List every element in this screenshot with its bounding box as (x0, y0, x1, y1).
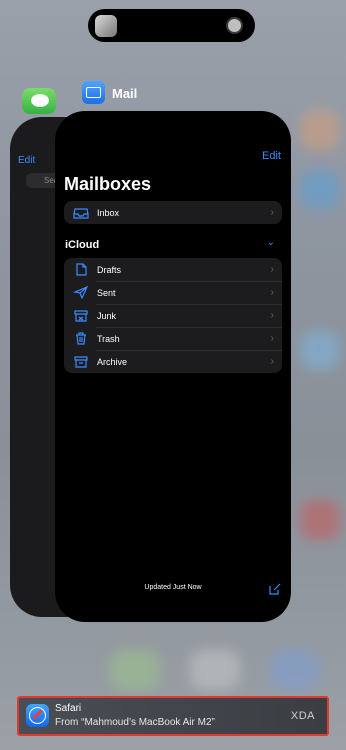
sent-icon (72, 285, 89, 300)
inbox-icon (73, 206, 89, 219)
watermark-logo: XDA (290, 710, 315, 722)
notification-subtitle: From “Mahmoud’s MacBook Air M2” (55, 717, 215, 728)
mailbox-row-inbox[interactable]: Inbox › (64, 201, 282, 224)
handoff-notification[interactable]: Safari From “Mahmoud’s MacBook Air M2” X… (17, 696, 329, 736)
archive-icon (73, 355, 89, 368)
messages-app-icon[interactable] (22, 88, 56, 114)
mailbox-label: Trash (97, 333, 120, 344)
mailbox-label: Sent (97, 287, 116, 298)
chevron-down-icon[interactable]: ⌄ (267, 237, 275, 248)
chevron-right-icon: › (270, 333, 274, 344)
chevron-right-icon: › (270, 356, 274, 367)
notification-app-name: Safari (55, 703, 82, 714)
mail-app-card[interactable]: Edit Mailboxes Inbox › iCloud ⌄ Drafts ›… (55, 111, 291, 622)
chevron-right-icon: › (270, 287, 274, 298)
mailbox-row-drafts[interactable]: Drafts › (64, 258, 282, 281)
chevron-right-icon: › (270, 207, 274, 218)
mailbox-row-sent[interactable]: Sent › (64, 281, 282, 304)
compose-icon[interactable] (269, 582, 281, 595)
junk-icon (73, 309, 89, 322)
mailbox-row-trash[interactable]: Trash › (64, 327, 282, 350)
mailbox-label: Archive (97, 356, 128, 367)
mail-app-icon[interactable] (82, 81, 105, 104)
top-mailboxes-group: Inbox › (64, 201, 282, 224)
chevron-right-icon: › (270, 310, 274, 321)
app-label-mail: Mail (112, 86, 138, 101)
edit-button[interactable]: Edit (262, 150, 281, 162)
update-status: Updated Just Now (144, 584, 202, 591)
messages-edit-button[interactable]: Edit (18, 155, 35, 166)
mailbox-row-archive[interactable]: Archive › (64, 350, 282, 373)
mailbox-label: Inbox (97, 207, 120, 218)
icloud-mailboxes-group: Drafts › Sent › Junk › Trash › Archive › (64, 258, 282, 373)
safari-icon (26, 704, 49, 727)
dynamic-island[interactable] (88, 9, 255, 42)
mailbox-label: Drafts (97, 264, 122, 275)
activity-ring-icon (226, 17, 243, 34)
account-header[interactable]: iCloud (65, 239, 99, 251)
trash-icon (73, 332, 89, 345)
chevron-right-icon: › (270, 264, 274, 275)
album-art-icon (95, 15, 117, 37)
mailbox-row-junk[interactable]: Junk › (64, 304, 282, 327)
page-title: Mailboxes (64, 174, 152, 194)
mailbox-label: Junk (97, 310, 117, 321)
drafts-icon (73, 263, 89, 276)
